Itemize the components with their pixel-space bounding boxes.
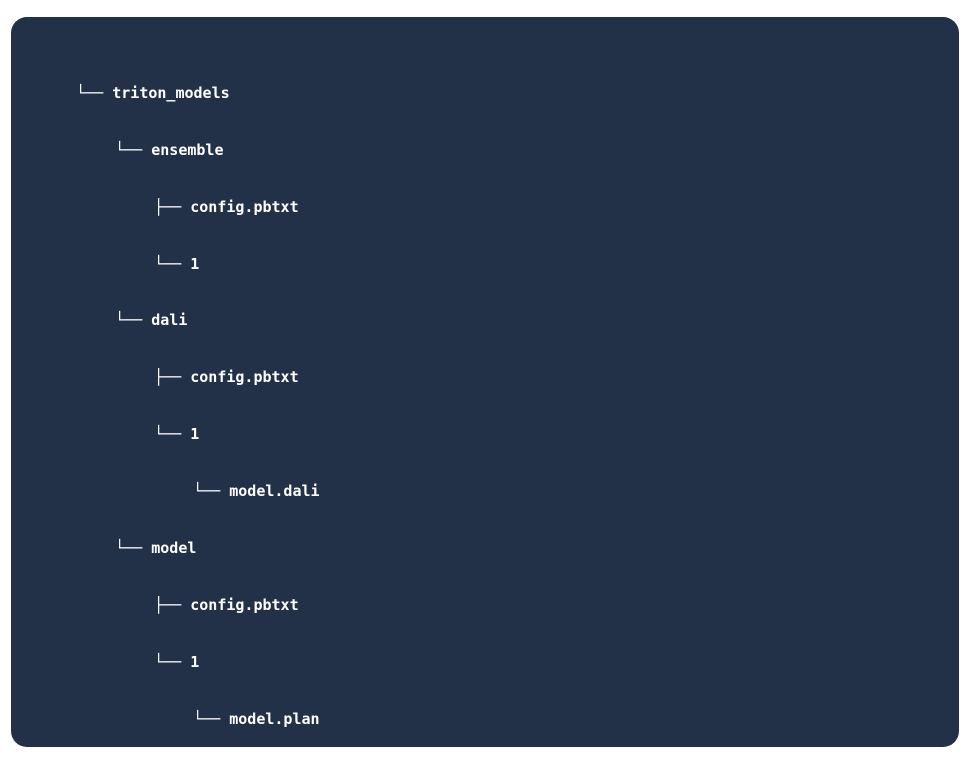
tree-line-triton-models: └── triton_models [40,57,230,102]
tree-branch: ├── [154,596,182,614]
tree-line-ensemble-version: └── 1 [118,228,199,273]
tree-branch: └── [115,539,143,557]
tree-branch: └── [115,311,143,329]
code-block: └── triton_models └── ensemble ├── confi… [11,17,959,747]
tree-line-ensemble: └── ensemble [79,114,223,159]
tree-branch: └── [76,84,104,102]
tree-branch: └── [193,710,221,728]
tree-item-name: 1 [190,255,200,273]
tree-line-model-version: └── 1 [118,626,199,671]
tree-line-ensemble-config: ├── config.pbtxt [118,171,299,216]
tree-item-name: model.dali [229,482,320,500]
tree-line-dali-version: └── 1 [118,398,199,443]
tree-branch: └── [154,255,182,273]
tree-line-dali-model-file: └── model.dali [157,455,319,500]
tree-line-model: └── model [79,512,196,557]
tree-branch: └── [193,482,221,500]
tree-item-name: config.pbtxt [190,368,299,386]
tree-line-model-plan-file: └── model.plan [157,683,319,728]
tree-line-dali: └── dali [79,284,187,329]
tree-item-name: 1 [190,425,200,443]
tree-item-name: dali [151,311,188,329]
tree-branch: ├── [154,198,182,216]
tree-item-name: model [151,539,197,557]
tree-line-model-config: ├── config.pbtxt [118,569,299,614]
tree-item-name: triton_models [112,84,230,102]
tree-item-name: model.plan [229,710,320,728]
tree-branch: └── [154,653,182,671]
tree-branch: └── [115,141,143,159]
tree-item-name: config.pbtxt [190,198,299,216]
tree-item-name: ensemble [151,141,224,159]
tree-line-dali-config: ├── config.pbtxt [118,341,299,386]
tree-branch: └── [154,425,182,443]
tree-item-name: 1 [190,653,200,671]
tree-branch: ├── [154,368,182,386]
tree-item-name: config.pbtxt [190,596,299,614]
